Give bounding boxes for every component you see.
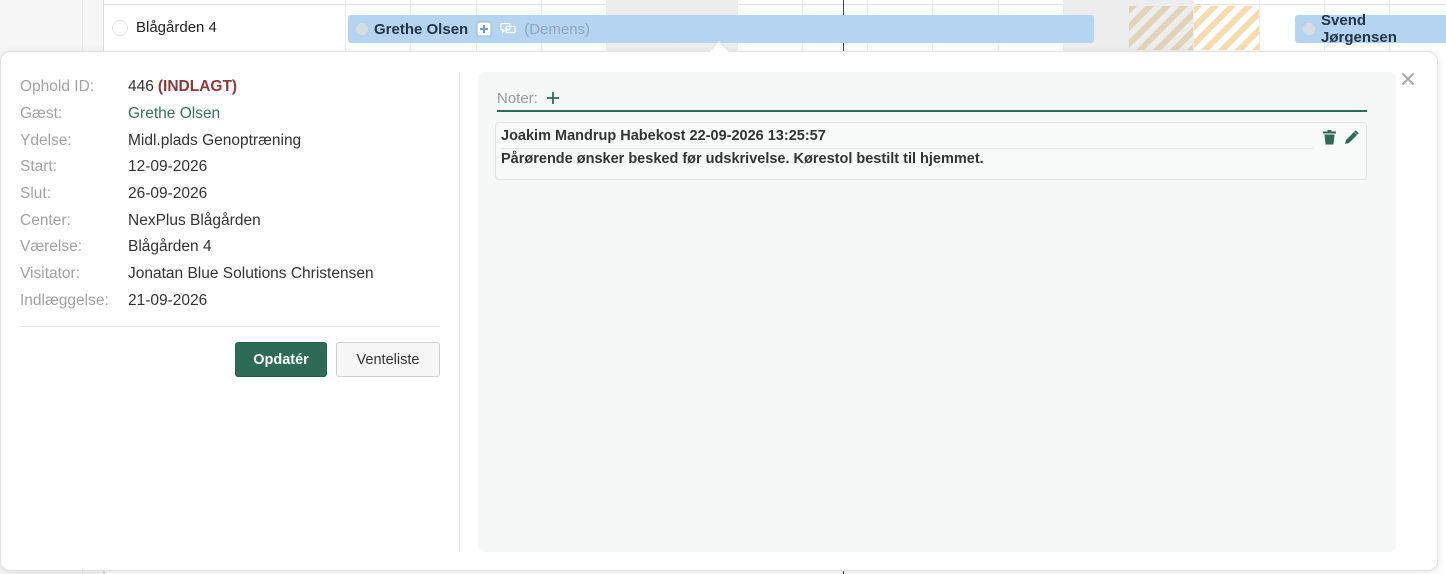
- info-label: Start:: [20, 158, 58, 176]
- room-status-dot: [112, 20, 128, 36]
- info-label: Slut:: [20, 185, 52, 203]
- info-value: Jonatan Blue Solutions Christensen: [128, 265, 374, 283]
- info-label: Ydelse:: [20, 131, 72, 149]
- info-row-start: Start: 12-09-2026: [20, 154, 440, 181]
- timeline-blocked-cell: [1194, 6, 1259, 50]
- stay-id-value: 446: [128, 78, 154, 96]
- info-row-id: Ophold ID: 446 (INDLAGT): [20, 74, 440, 101]
- stay-guest-name: Svend Jørgensen: [1321, 12, 1397, 46]
- info-value: 446 (INDLAGT): [128, 78, 237, 96]
- info-row-center: Center: NexPlus Blågården: [20, 207, 440, 234]
- info-value: 26-09-2026: [128, 185, 208, 203]
- info-label: Værelse:: [20, 238, 83, 256]
- info-label: Ophold ID:: [20, 78, 95, 96]
- pencil-icon: [1344, 129, 1359, 144]
- close-icon: [1402, 73, 1414, 85]
- info-value: 21-09-2026: [128, 291, 208, 309]
- section-divider: [20, 326, 440, 327]
- stay-bar-svend-jorgensen[interactable]: Svend Jørgensen: [1295, 12, 1446, 46]
- notes-panel: Noter: Joakim Mandrup Habekost 22-09-202…: [478, 72, 1396, 552]
- info-label: Visitator:: [20, 265, 81, 283]
- stay-info-list: Ophold ID: 446 (INDLAGT) Gæst: Grethe Ols…: [20, 74, 440, 314]
- notes-title: Noter:: [497, 89, 538, 107]
- info-row-room: Værelse: Blågården 4: [20, 234, 440, 261]
- note-meta: Joakim Mandrup Habekost 22-09-2026 13:25…: [501, 128, 1313, 149]
- info-label: Center:: [20, 211, 71, 229]
- note-actions: [1321, 129, 1359, 145]
- medical-cross-icon: [476, 21, 492, 37]
- delete-note-button[interactable]: [1321, 129, 1337, 145]
- add-note-button[interactable]: [546, 91, 560, 105]
- status-badge: (INDLAGT): [157, 78, 238, 96]
- info-row-assessor: Visitator: Jonatan Blue Solutions Christ…: [20, 261, 440, 288]
- waitlist-button[interactable]: Venteliste: [336, 342, 440, 377]
- timeline-day-line: [345, 0, 346, 52]
- info-label: Indlæggelse:: [20, 291, 109, 309]
- info-label: Gæst:: [20, 105, 63, 123]
- info-row-end: Slut: 26-09-2026: [20, 181, 440, 208]
- edit-note-button[interactable]: [1343, 129, 1359, 145]
- close-button[interactable]: [1399, 70, 1417, 88]
- update-button[interactable]: Opdatér: [235, 342, 327, 377]
- info-value: Blågården 4: [128, 238, 212, 256]
- notes-header: Noter:: [497, 86, 1367, 112]
- chat-bubbles-icon: [500, 21, 516, 37]
- trash-icon: [1322, 129, 1336, 144]
- info-row-guest: Gæst: Grethe Olsen: [20, 101, 440, 128]
- timeline-blocked-cell: [1129, 6, 1193, 50]
- stay-detail-popup: Ophold ID: 446 (INDLAGT) Gæst: Grethe Ols…: [0, 40, 1438, 571]
- info-value: 12-09-2026: [128, 158, 208, 176]
- stay-guest-name: Grethe Olsen: [374, 20, 469, 38]
- panel-separator: [459, 72, 460, 552]
- timeline-day-line: [1259, 0, 1260, 52]
- room-label[interactable]: Blågården 4: [136, 19, 217, 36]
- note-text: Pårørende ønsker besked før udskrivelse.…: [501, 151, 984, 167]
- stay-status-dot: [1303, 23, 1315, 35]
- guest-link[interactable]: Grethe Olsen: [128, 105, 220, 123]
- info-value: NexPlus Blågården: [128, 211, 261, 229]
- stay-status-dot: [356, 23, 368, 35]
- plus-icon: [546, 92, 559, 104]
- timeline-row-divider: [104, 4, 1446, 5]
- stay-bar-grethe-olsen[interactable]: Grethe Olsen (Demens): [348, 15, 1094, 43]
- note-item: Joakim Mandrup Habekost 22-09-2026 13:25…: [495, 122, 1367, 180]
- info-row-admission: Indlæggelse: 21-09-2026: [20, 288, 440, 315]
- stay-tag: (Demens): [524, 20, 591, 38]
- info-row-service: Ydelse: Midl.plads Genoptræning: [20, 127, 440, 154]
- info-value: Midl.plads Genoptræning: [128, 131, 302, 149]
